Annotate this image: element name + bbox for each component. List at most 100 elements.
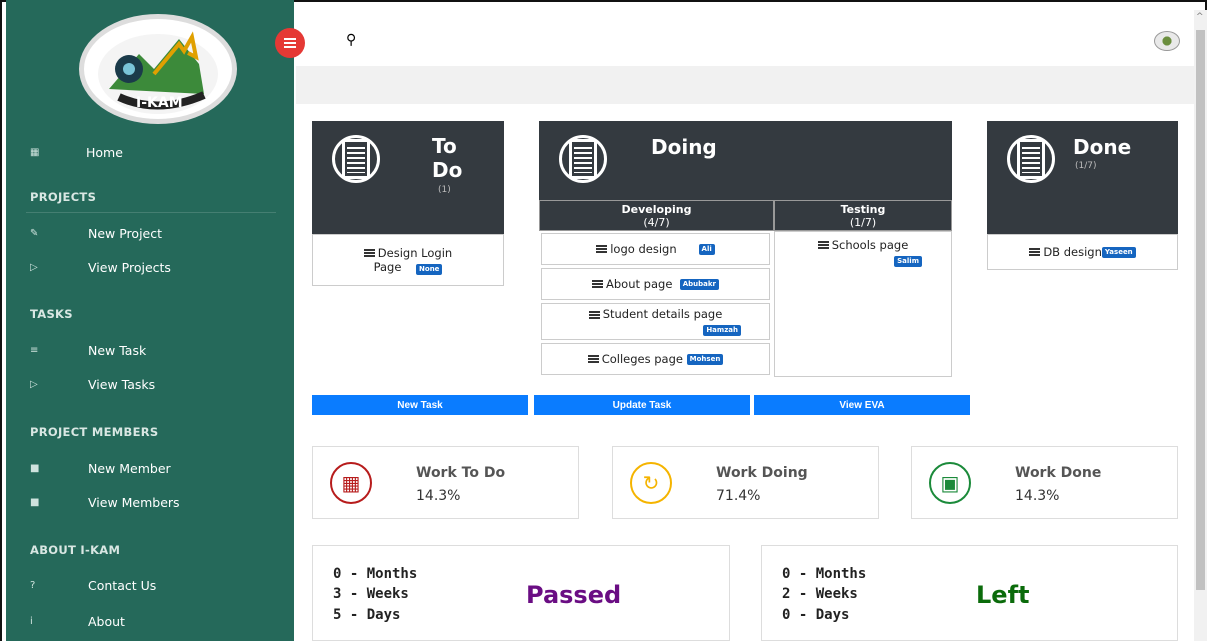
grid-icon: ▦ xyxy=(330,462,372,504)
section-about: ABOUT I-KAM xyxy=(30,543,121,557)
sidebar-item-view-members[interactable]: ■ View Members xyxy=(30,495,180,510)
task-icon xyxy=(596,245,608,253)
passed-days: 5 - Days xyxy=(333,607,401,623)
assignee-badge: Yaseen xyxy=(1101,246,1136,258)
developing-header: Developing (4/7) xyxy=(539,200,774,231)
section-tasks: TASKS xyxy=(30,307,73,321)
sidebar-item-view-tasks[interactable]: ▷ View Tasks xyxy=(30,377,155,392)
task-title: Colleges page xyxy=(601,352,683,366)
todo-column-header: To Do (1) xyxy=(312,121,504,234)
task-icon xyxy=(588,310,600,319)
sidebar-item-label: Contact Us xyxy=(88,578,157,593)
sidebar: I-KAM ▦ Home PROJECTS ✎ New Project ▷ Vi… xyxy=(6,0,294,641)
stat-card-doing: ↻ Work Doing 71.4% xyxy=(612,446,879,519)
divider xyxy=(26,212,276,213)
passed-weeks: 3 - Weeks xyxy=(333,586,409,602)
stat-label: Work Doing xyxy=(716,465,808,481)
task-icon xyxy=(1029,248,1041,256)
developing-title: Developing xyxy=(621,203,692,216)
left-months: 0 - Months xyxy=(782,566,867,582)
task-card-schools-page[interactable]: Schools page Salim xyxy=(776,234,950,270)
user-icon: ■ xyxy=(30,463,40,474)
task-card-about-page[interactable]: About page Abubakr xyxy=(541,268,770,300)
new-task-button[interactable]: New Task xyxy=(312,395,528,415)
assignee-badge: Salim xyxy=(894,255,922,267)
clipboard-icon xyxy=(559,135,607,183)
developing-count: (4/7) xyxy=(643,216,670,229)
done-count: (1/7) xyxy=(1075,161,1097,171)
testing-header: Testing (1/7) xyxy=(774,200,952,231)
stat-label: Work To Do xyxy=(416,465,506,481)
task-icon xyxy=(817,241,829,249)
sidebar-item-label: New Project xyxy=(88,226,163,241)
todo-title-line1: To xyxy=(432,134,457,158)
task-title: DB design xyxy=(1043,245,1102,259)
todo-title-line2: Do xyxy=(432,158,463,182)
view-eva-button[interactable]: View EVA xyxy=(754,395,970,415)
menu-toggle-button[interactable] xyxy=(275,28,305,58)
question-icon: ? xyxy=(30,580,36,591)
sidebar-item-new-task[interactable]: ≡ New Task xyxy=(30,343,146,358)
testing-count: (1/7) xyxy=(849,216,877,229)
testing-title: Testing xyxy=(840,203,886,216)
task-card-student-details[interactable]: Student details page Hamzah xyxy=(541,303,770,340)
sidebar-item-label: Home xyxy=(86,145,123,160)
passed-label: Passed xyxy=(526,581,622,609)
task-card-design-login[interactable]: Design Login Page None xyxy=(312,234,504,286)
task-card-colleges-page[interactable]: Colleges page Mohsen xyxy=(541,343,770,375)
stat-value: 14.3% xyxy=(1015,488,1060,504)
left-days: 0 - Days xyxy=(782,607,850,623)
sidebar-item-new-member[interactable]: ■ New Member xyxy=(30,461,171,476)
task-title: Design Login xyxy=(377,245,453,260)
sidebar-item-label: About xyxy=(88,614,125,629)
header-strip xyxy=(296,66,1194,104)
left-label: Left xyxy=(976,581,1030,609)
assignee-badge: Ali xyxy=(698,243,715,255)
tag-icon: ▷ xyxy=(30,379,38,390)
task-title: About page xyxy=(606,277,673,291)
stat-card-done: ▣ Work Done 14.3% xyxy=(911,446,1178,519)
sidebar-item-contact[interactable]: ? Contact Us xyxy=(30,578,156,593)
sync-icon: ↻ xyxy=(630,462,672,504)
svg-text:I-KAM: I-KAM xyxy=(136,95,183,111)
scroll-up-arrow[interactable]: ^ xyxy=(1196,12,1204,22)
todo-count: (1) xyxy=(438,185,451,195)
left-weeks: 2 - Weeks xyxy=(782,586,858,602)
task-icon xyxy=(587,355,599,363)
task-card-logo-design[interactable]: logo design Ali xyxy=(541,233,770,265)
sidebar-item-label: View Projects xyxy=(88,260,171,275)
search-icon[interactable]: ⚲ xyxy=(346,32,356,48)
bookmark-icon: ▣ xyxy=(929,462,971,504)
task-icon xyxy=(363,249,375,257)
sidebar-item-label: View Members xyxy=(88,495,180,510)
assignee-badge: None xyxy=(416,263,443,275)
logo: I-KAM xyxy=(79,14,239,124)
assignee-badge: Abubakr xyxy=(679,278,719,290)
sidebar-item-label: New Task xyxy=(88,343,147,358)
time-left-card: 0 - Months 2 - Weeks 0 - Days Left xyxy=(761,545,1178,641)
sidebar-item-new-project[interactable]: ✎ New Project xyxy=(30,226,162,241)
clipboard-icon xyxy=(1007,135,1055,183)
update-task-button[interactable]: Update Task xyxy=(534,395,750,415)
task-icon xyxy=(592,280,604,288)
sidebar-item-about[interactable]: i About xyxy=(30,614,125,629)
task-title: logo design xyxy=(610,242,677,256)
user-icon: ■ xyxy=(30,497,40,508)
scrollbar-thumb[interactable] xyxy=(1196,30,1205,590)
stat-value: 14.3% xyxy=(416,488,461,504)
sidebar-item-label: New Member xyxy=(88,461,171,476)
info-icon: i xyxy=(30,616,33,627)
sidebar-item-home[interactable]: ▦ Home xyxy=(30,145,123,160)
task-title-cont: Page xyxy=(373,259,402,274)
sidebar-item-view-projects[interactable]: ▷ View Projects xyxy=(30,260,171,275)
passed-months: 0 - Months xyxy=(333,566,418,582)
stat-card-todo: ▦ Work To Do 14.3% xyxy=(312,446,579,519)
assignee-badge: Hamzah xyxy=(703,325,741,336)
stat-value: 71.4% xyxy=(716,488,761,504)
task-card-db-design[interactable]: DB design Yaseen xyxy=(987,234,1178,270)
avatar[interactable] xyxy=(1154,31,1180,51)
edit-icon: ✎ xyxy=(30,228,39,239)
time-passed-card: 0 - Months 3 - Weeks 5 - Days Passed xyxy=(312,545,730,641)
doing-title: Doing xyxy=(651,135,717,159)
sidebar-item-label: View Tasks xyxy=(88,377,156,392)
